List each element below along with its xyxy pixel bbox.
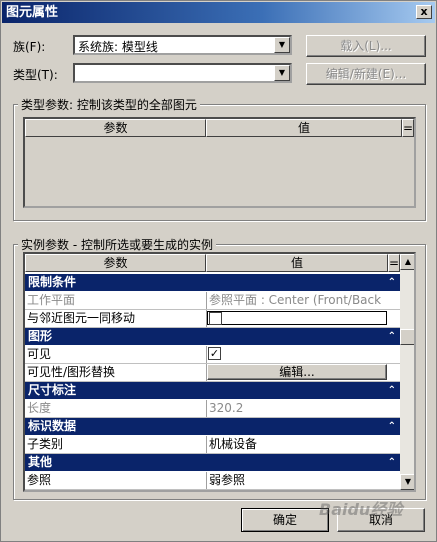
param-name: 模型或详图 [27,490,87,492]
instance-eq-column-header[interactable]: = [388,254,400,272]
param-value: 模型线 [209,490,387,492]
param-name: 工作平面 [27,293,76,307]
close-button[interactable]: x [416,5,432,19]
param-row[interactable]: 模型或详图 模型线 [25,490,400,492]
family-value: 系统族: 模型线 [78,40,158,54]
column-divider [206,310,207,327]
param-row[interactable]: 参照 弱参照 [25,472,400,488]
collapse-chevron-icon[interactable]: ⌃ [388,382,396,399]
param-row[interactable]: 子类别 机械设备 [25,436,400,452]
column-divider [206,292,207,309]
collapse-chevron-icon[interactable]: ⌃ [388,274,396,291]
param-name: 可见 [27,347,52,361]
title-bar: 图元属性 x [2,2,435,23]
section-header[interactable]: 图形 ⌃ [25,328,400,345]
section-header[interactable]: 标识数据 ⌃ [25,418,400,435]
type-combobox[interactable]: ▼ [73,63,292,83]
section-title: 图形 [28,329,53,343]
param-row[interactable]: 可见 ✓ [25,346,400,362]
collapse-chevron-icon[interactable]: ⌃ [388,454,396,471]
param-row[interactable]: 与邻近图元一同移动 [25,310,400,326]
param-name: 长度 [27,401,52,415]
column-divider [206,364,207,381]
param-name: 子类别 [27,437,64,451]
param-value: 弱参照 [209,473,246,487]
type-label: 类型(T): [13,68,58,82]
element-properties-dialog: 图元属性 x 族(F): 系统族: 模型线 ▼ 载入(L)... 类型(T): … [0,0,437,542]
window-title: 图元属性 [6,5,59,20]
value-field[interactable]: ✓ [207,347,223,361]
param-name: 可见性/图形替换 [27,365,116,379]
edit-visibility-button[interactable]: 编辑... [207,364,387,380]
type-params-grid: 参数 值 = [23,117,416,208]
load-button[interactable]: 载入(L)... [306,35,426,57]
chevron-down-icon[interactable]: ▼ [274,65,290,81]
param-value: 机械设备 [209,437,258,451]
column-divider [206,490,207,492]
collapse-chevron-icon[interactable]: ⌃ [388,328,396,345]
section-title: 其他 [28,455,53,469]
section-header[interactable]: 尺寸标注 ⌃ [25,382,400,399]
checkbox-unchecked[interactable] [209,312,222,325]
section-title: 标识数据 [28,419,77,433]
ok-button[interactable]: 确定 [241,508,329,532]
instance-param-column-header[interactable]: 参数 [25,254,206,272]
param-name: 与邻近图元一同移动 [27,311,136,325]
section-title: 尺寸标注 [28,383,77,397]
section-title: 限制条件 [28,275,77,289]
edit-new-button[interactable]: 编辑/新建(E)... [306,63,426,85]
type-eq-column-header[interactable]: = [402,119,414,137]
family-combobox[interactable]: 系统族: 模型线 ▼ [73,35,292,55]
vertical-scrollbar[interactable]: ▲ ▼ [400,254,414,490]
chevron-down-icon[interactable]: ▼ [274,37,290,53]
instance-params-grid: 参数 值 = 限制条件 ⌃ 工作平面 参照平面 : Center (Front/Bac… [23,252,416,492]
param-name: 参照 [27,473,52,487]
collapse-chevron-icon[interactable]: ⌃ [388,418,396,435]
section-header[interactable]: 其他 ⌃ [25,454,400,471]
column-divider [206,472,207,489]
param-row[interactable]: 长度 320.2 [25,400,400,416]
scrollbar-thumb[interactable] [400,329,414,345]
scroll-up-icon[interactable]: ▲ [400,254,414,270]
param-row[interactable]: 可见性/图形替换 编辑... [25,364,400,380]
instance-params-title: 实例参数 - 控制所选或要生成的实例 [18,236,216,253]
column-divider [206,400,207,417]
scroll-down-icon[interactable]: ▼ [400,474,414,490]
checkbox-checked[interactable]: ✓ [208,347,221,360]
param-value: 320.2 [209,401,244,415]
param-row[interactable]: 工作平面 参照平面 : Center (Front/Back [25,292,400,308]
value-field[interactable] [207,311,387,325]
param-value: 参照平面 : Center (Front/Back [209,293,382,307]
watermark-logo: Baidu经验 [319,500,403,519]
column-divider [206,346,207,363]
column-divider [206,436,207,453]
section-header[interactable]: 限制条件 ⌃ [25,274,400,291]
instance-value-column-header[interactable]: 值 [206,254,388,272]
type-param-column-header[interactable]: 参数 [25,119,206,137]
type-params-title: 类型参数: 控制该类型的全部图元 [18,96,200,113]
family-label: 族(F): [13,40,46,54]
type-value-column-header[interactable]: 值 [206,119,402,137]
